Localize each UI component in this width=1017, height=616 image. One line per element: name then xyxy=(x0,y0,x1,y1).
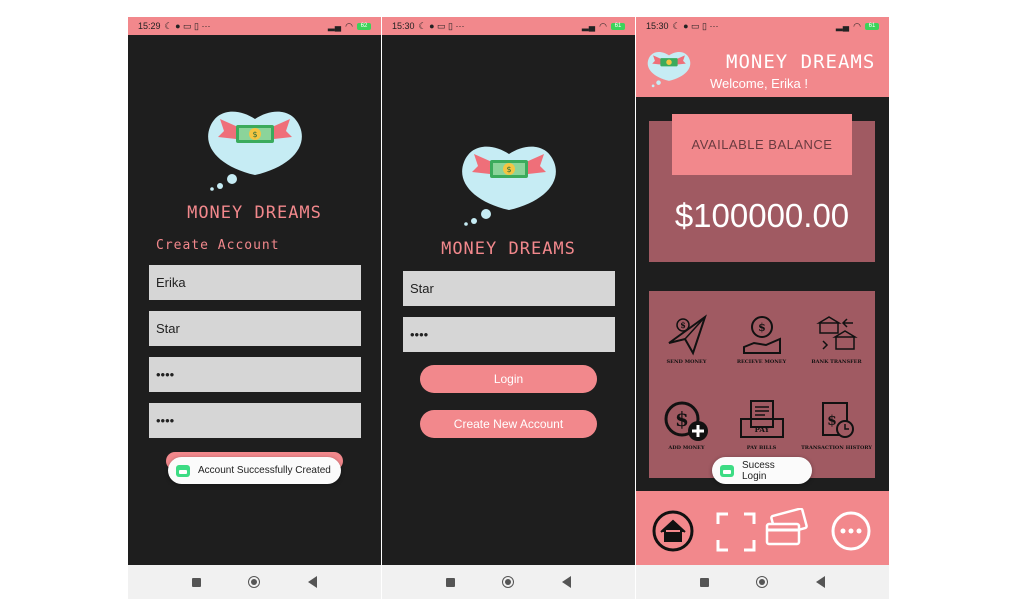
password-input[interactable]: •••• xyxy=(149,357,361,392)
system-nav-bar xyxy=(128,565,381,599)
home-icon[interactable] xyxy=(652,510,694,552)
send-money-action[interactable]: $ SEND MONEY xyxy=(649,313,724,365)
status-icons: ☾ ● ▭ ▯ ··· xyxy=(164,20,211,31)
create-account-screen: 15:29 ☾ ● ▭ ▯ ··· ▂▄ ◠ 62 $ MONEY DREAMS Cr… xyxy=(128,17,381,599)
back-icon[interactable] xyxy=(562,576,572,588)
send-money-icon: $ xyxy=(667,314,707,356)
confirm-password-input[interactable]: •••• xyxy=(149,403,361,438)
money-dreams-logo: $ xyxy=(208,111,302,191)
android-icon xyxy=(720,464,734,477)
screen-subtitle: Create Account xyxy=(156,238,280,253)
action-label: PAY BILLS xyxy=(746,445,777,451)
password-input[interactable]: •••• xyxy=(403,317,615,352)
recents-icon[interactable] xyxy=(191,577,201,587)
system-nav-bar xyxy=(382,565,635,599)
battery-icon: 62 xyxy=(357,22,371,30)
bottom-nav xyxy=(636,491,889,565)
svg-text:$: $ xyxy=(827,413,837,429)
login-screen: 15:30 ☾ ● ▭ ▯ ··· ▂▄ ◠ 61 $ MONEY DREAMS St… xyxy=(382,17,635,599)
home-nav-icon[interactable] xyxy=(248,576,261,588)
toast-message: Account Successfully Created xyxy=(168,457,341,484)
signal-icon: ▂▄ xyxy=(327,20,342,31)
transaction-history-icon: $ xyxy=(821,402,854,438)
battery-icon: 61 xyxy=(865,22,879,30)
username-input[interactable]: Star xyxy=(149,311,361,346)
add-money-icon: $ xyxy=(664,401,708,441)
home-nav-icon[interactable] xyxy=(756,576,769,588)
login-button[interactable]: Login xyxy=(420,365,597,393)
actions-grid: $ SEND MONEY $ RECIEVE MONEY BANK TRANSF… xyxy=(649,291,875,478)
cards-icon[interactable] xyxy=(763,508,809,548)
wifi-icon: ◠ xyxy=(599,20,607,31)
welcome-text: Welcome, Erika ! xyxy=(710,76,809,91)
first-name-input[interactable]: Erika xyxy=(149,265,361,300)
status-icons: ☾ ● ▭ ▯ ··· xyxy=(672,20,719,31)
wifi-icon: ◠ xyxy=(853,20,861,31)
system-nav-bar xyxy=(636,565,889,599)
back-icon[interactable] xyxy=(816,576,826,588)
status-time: 15:29 xyxy=(138,21,161,31)
action-label: RECIEVE MONEY xyxy=(736,359,787,365)
money-dreams-logo: $ xyxy=(462,146,556,226)
battery-icon: 61 xyxy=(611,22,625,30)
svg-text:$: $ xyxy=(506,165,511,174)
brand-title: MONEY DREAMS xyxy=(726,51,876,73)
status-bar: 15:30 ☾ ● ▭ ▯ ··· ▂▄ ◠ 61 xyxy=(382,17,635,35)
scan-icon[interactable] xyxy=(716,512,756,552)
recents-icon[interactable] xyxy=(699,577,709,587)
pay-bills-action[interactable]: PAY PAY BILLS xyxy=(724,399,799,451)
action-label: BANK TRANSFER xyxy=(811,359,862,365)
receive-money-action[interactable]: $ RECIEVE MONEY xyxy=(724,313,799,365)
bank-transfer-icon xyxy=(815,316,858,350)
status-time: 15:30 xyxy=(646,21,669,31)
svg-text:PAY: PAY xyxy=(754,425,770,434)
toast-text: Account Successfully Created xyxy=(198,465,331,476)
balance-label: AVAILABLE BALANCE xyxy=(672,114,852,175)
action-label: SEND MONEY xyxy=(666,359,707,365)
balance-value: $100000.00 xyxy=(674,197,850,234)
brand-title: MONEY DREAMS xyxy=(187,203,322,223)
toast-text: Sucess Login xyxy=(741,459,775,482)
svg-text:$: $ xyxy=(252,130,257,139)
home-nav-icon[interactable] xyxy=(502,576,515,588)
svg-text:$: $ xyxy=(758,321,766,334)
status-bar: 15:30 ☾ ● ▭ ▯ ··· ▂▄ ◠ 61 xyxy=(636,17,889,35)
username-input[interactable]: Star xyxy=(403,271,615,306)
action-label: ADD MONEY xyxy=(668,445,705,451)
receive-money-icon: $ xyxy=(742,316,781,354)
dashboard-screen: 15:30 ☾ ● ▭ ▯ ··· ▂▄ ◠ 61 MONEY DREAMS Welc… xyxy=(636,17,889,599)
pay-bills-icon: PAY xyxy=(739,400,784,438)
toast-message: Sucess Login xyxy=(712,457,812,484)
status-bar: 15:29 ☾ ● ▭ ▯ ··· ▂▄ ◠ 62 xyxy=(128,17,381,35)
more-icon[interactable] xyxy=(830,510,872,552)
back-icon[interactable] xyxy=(308,576,318,588)
add-money-action[interactable]: $ ADD MONEY xyxy=(649,399,724,451)
svg-text:$: $ xyxy=(675,407,689,431)
signal-icon: ▂▄ xyxy=(581,20,596,31)
recents-icon[interactable] xyxy=(445,577,455,587)
status-time: 15:30 xyxy=(392,21,415,31)
status-icons: ☾ ● ▭ ▯ ··· xyxy=(418,20,465,31)
transaction-history-action[interactable]: $ TRANSACTION HISTORY xyxy=(799,399,874,451)
create-new-account-button[interactable]: Create New Account xyxy=(420,410,597,438)
bank-transfer-action[interactable]: BANK TRANSFER xyxy=(799,313,874,365)
money-dreams-logo xyxy=(647,52,691,88)
signal-icon: ▂▄ xyxy=(835,20,850,31)
wifi-icon: ◠ xyxy=(345,20,353,31)
brand-title: MONEY DREAMS xyxy=(441,239,576,259)
android-icon xyxy=(176,464,190,477)
action-label: TRANSACTION HISTORY xyxy=(801,445,872,451)
svg-text:$: $ xyxy=(680,320,686,330)
